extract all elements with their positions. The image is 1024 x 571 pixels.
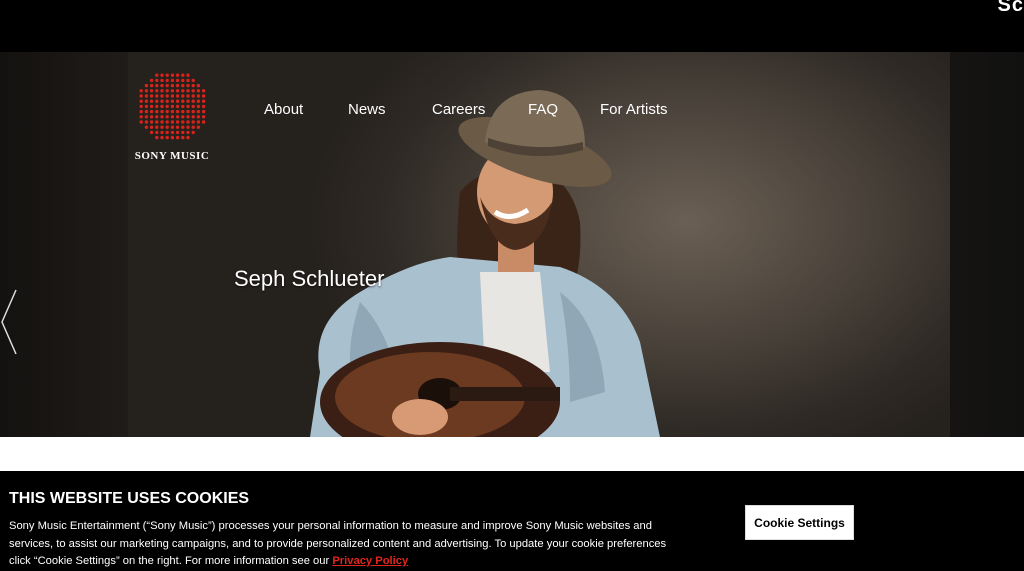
nav-about[interactable]: About (264, 101, 303, 118)
sony-music-dot-grid-icon (139, 73, 206, 140)
logo-text: SONY MUSIC (134, 150, 210, 162)
top-right-text: Sc (997, 0, 1024, 16)
nav-for-artists[interactable]: For Artists (600, 101, 668, 118)
nav-faq[interactable]: FAQ (528, 101, 558, 118)
cookie-banner: THIS WEBSITE USES COOKIES Sony Music Ent… (0, 471, 1024, 571)
hero-left-edge (0, 52, 128, 437)
privacy-policy-link[interactable]: Privacy Policy (332, 555, 408, 567)
artist-name: Seph Schlueter (234, 266, 385, 291)
sony-music-logo[interactable]: SONY MUSIC (120, 68, 224, 168)
nav-news[interactable]: News (348, 101, 386, 118)
nav-careers[interactable]: Careers (432, 101, 485, 118)
content-band (0, 437, 1024, 471)
cookie-title: THIS WEBSITE USES COOKIES (9, 490, 250, 507)
top-bar: Sc (0, 0, 1024, 52)
cookie-settings-button[interactable]: Cookie Settings (745, 505, 854, 540)
hero-right-edge (950, 52, 1024, 437)
artist-photo (310, 90, 660, 437)
cookie-body: Sony Music Entertainment (“Sony Music”) … (9, 518, 669, 571)
chevron-left-icon[interactable] (0, 284, 20, 360)
